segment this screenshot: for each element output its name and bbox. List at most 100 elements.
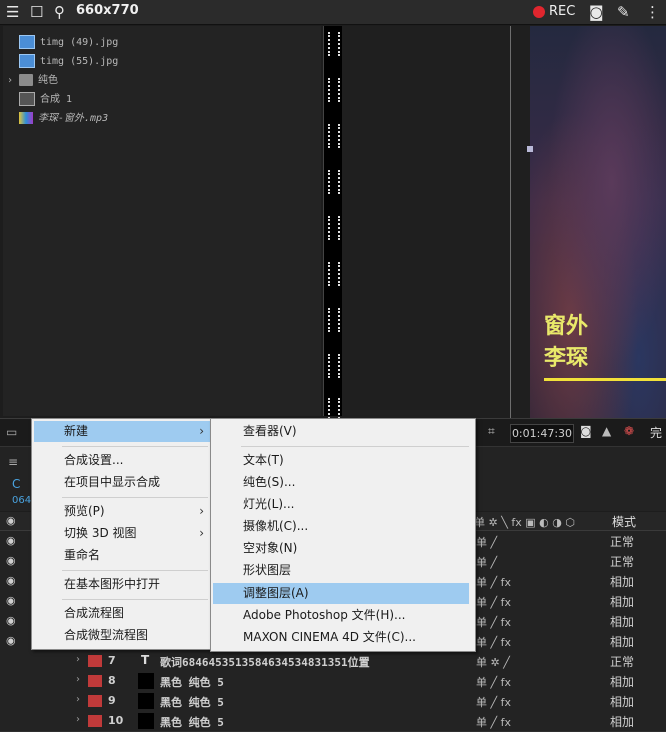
chevron-right-icon: › xyxy=(199,504,204,518)
jpg-file-icon xyxy=(19,54,35,68)
project-item[interactable]: 李琛-窗外.mp3 xyxy=(19,110,108,128)
menu-item-new[interactable]: 新建 › xyxy=(34,421,210,442)
layer-switches[interactable]: 单 ╱ fx xyxy=(476,614,511,630)
layer-name[interactable]: 黑色 纯色 5 xyxy=(160,714,224,730)
menu-separator xyxy=(62,599,208,600)
layer-switches[interactable]: 单 ╱ fx xyxy=(476,694,511,710)
resolution-label[interactable]: 完 xyxy=(650,424,662,441)
chevron-right-icon[interactable]: › xyxy=(7,72,13,90)
menu-item-reveal-in-project[interactable]: 在项目中显示合成 xyxy=(34,472,210,493)
layer-number: 9 xyxy=(108,694,116,707)
menu-item-solid[interactable]: 纯色(S)... xyxy=(213,472,473,493)
layer-number: 10 xyxy=(108,714,124,727)
region-icon[interactable]: ⌗ xyxy=(488,424,495,439)
menu-item-viewer[interactable]: 查看器(V) xyxy=(213,421,473,442)
layer-switches[interactable]: 单 ╱ fx xyxy=(476,674,511,690)
eye-icon[interactable]: ◉ xyxy=(6,634,16,647)
channel-icon[interactable]: ❁ xyxy=(624,424,634,438)
menu-icon[interactable]: ☰ xyxy=(6,3,19,21)
blend-mode-select[interactable]: 相加 xyxy=(610,693,660,709)
layer-row[interactable]: › 9 黑色 纯色 5 单 ╱ fx 相加 xyxy=(0,691,666,712)
eye-icon[interactable]: ◉ xyxy=(6,594,16,607)
lyric-title: 窗外 xyxy=(544,314,589,339)
camera-icon[interactable]: ◙ xyxy=(589,3,604,21)
comp-tab-fragment[interactable]: C xyxy=(12,477,32,491)
menu-item-shape-layer[interactable]: 形状图层 xyxy=(213,560,473,581)
label-color-swatch[interactable] xyxy=(88,675,102,687)
search-icon[interactable]: ⚲ xyxy=(54,3,65,21)
blend-mode-select[interactable]: 正常 xyxy=(610,653,660,669)
record-button[interactable]: REC xyxy=(549,4,575,19)
menu-item-photoshop-file[interactable]: Adobe Photoshop 文件(H)... xyxy=(213,605,473,626)
menu-separator xyxy=(62,446,208,447)
layer-name[interactable]: 歌词6846453513584634534831351位置 xyxy=(160,654,370,670)
menu-item-light[interactable]: 灯光(L)... xyxy=(213,494,473,515)
blend-mode-select[interactable]: 正常 xyxy=(610,533,660,549)
menu-item-text[interactable]: 文本(T) xyxy=(213,450,473,471)
expand-arrow-icon[interactable]: › xyxy=(76,694,80,705)
expand-arrow-icon[interactable]: › xyxy=(76,654,80,665)
project-item[interactable]: 合成 1 xyxy=(19,91,72,109)
menu-item-flowchart[interactable]: 合成流程图 xyxy=(34,603,210,624)
menu-item-mini-flowchart[interactable]: 合成微型流程图 xyxy=(34,625,210,646)
audio-file-icon xyxy=(19,112,33,124)
label-color-swatch[interactable] xyxy=(88,655,102,667)
solid-thumbnail xyxy=(138,693,154,709)
eye-icon[interactable]: ◉ xyxy=(6,554,16,567)
menu-item-rename[interactable]: 重命名 xyxy=(34,545,210,566)
record-dot-icon[interactable] xyxy=(533,6,545,18)
mode-column-header: 模式 xyxy=(612,515,637,529)
chevron-right-icon: › xyxy=(199,526,204,540)
film-strip xyxy=(323,26,343,422)
label-color-swatch[interactable] xyxy=(88,695,102,707)
layer-switches[interactable]: 单 ╱ fx xyxy=(476,634,511,650)
pen-icon[interactable]: ✎ xyxy=(617,3,630,21)
menu-item-preview[interactable]: 预览(P) › xyxy=(34,501,210,522)
eye-icon[interactable]: ◉ xyxy=(6,534,16,547)
blend-mode-select[interactable]: 相加 xyxy=(610,613,660,629)
menu-item-null-object[interactable]: 空对象(N) xyxy=(213,538,473,559)
window-icon[interactable]: ☐ xyxy=(30,3,43,21)
timeline-menu-icon[interactable]: ≡ xyxy=(8,455,18,469)
menu-item-adjustment-layer[interactable]: 调整图层(A) xyxy=(213,583,469,604)
layer-switches[interactable]: 单 ╱ fx xyxy=(476,714,511,730)
layer-name[interactable]: 黑色 纯色 5 xyxy=(160,674,224,690)
menu-item-camera[interactable]: 摄像机(C)... xyxy=(213,516,473,537)
more-icon[interactable]: ⋮ xyxy=(645,3,660,21)
menu-item-open-essential-graphics[interactable]: 在基本图形中打开 xyxy=(34,574,210,595)
menu-item-comp-settings[interactable]: 合成设置... xyxy=(34,450,210,471)
layer-switches[interactable]: 单 ╱ xyxy=(476,554,497,570)
timecode-display[interactable]: 0:01:47:30 xyxy=(510,424,574,443)
blend-mode-select[interactable]: 相加 xyxy=(610,633,660,649)
project-item[interactable]: timg (49).jpg xyxy=(19,34,118,52)
layer-switches[interactable]: 单 ╱ xyxy=(476,534,497,550)
menu-separator xyxy=(62,497,208,498)
text-layer-icon: T xyxy=(141,653,150,667)
composition-toolbar-icon[interactable]: ▭ xyxy=(6,425,17,439)
layer-switches[interactable]: 单 ✲ ╱ xyxy=(476,654,510,670)
snapshot-icon[interactable]: ◙ xyxy=(580,424,592,438)
blend-mode-select[interactable]: 相加 xyxy=(610,673,660,689)
menu-item-cinema-4d-file[interactable]: MAXON CINEMA 4D 文件(C)... xyxy=(213,627,473,648)
project-item[interactable]: timg (55).jpg xyxy=(19,53,118,71)
time-fragment: 064 xyxy=(12,495,32,506)
layer-switches[interactable]: 单 ╱ fx xyxy=(476,594,511,610)
eye-icon[interactable]: ◉ xyxy=(6,574,16,587)
layer-row[interactable]: › 8 黑色 纯色 5 单 ╱ fx 相加 xyxy=(0,671,666,692)
blend-mode-select[interactable]: 正常 xyxy=(610,553,660,569)
layer-number: 8 xyxy=(108,674,116,687)
layer-switches[interactable]: 单 ╱ fx xyxy=(476,574,511,590)
blend-mode-select[interactable]: 相加 xyxy=(610,593,660,609)
expand-arrow-icon[interactable]: › xyxy=(76,714,80,725)
menu-item-switch-3d-view[interactable]: 切换 3D 视图 › xyxy=(34,523,210,544)
blend-mode-select[interactable]: 相加 xyxy=(610,573,660,589)
eye-icon[interactable]: ◉ xyxy=(6,614,16,627)
layer-row[interactable]: › 7 T 歌词6846453513584634534831351位置 单 ✲ … xyxy=(0,651,666,672)
project-item[interactable]: › 纯色 xyxy=(7,72,58,90)
label-color-swatch[interactable] xyxy=(88,715,102,727)
layer-handle[interactable] xyxy=(527,146,533,152)
blend-mode-select[interactable]: 相加 xyxy=(610,713,660,729)
layer-name[interactable]: 黑色 纯色 5 xyxy=(160,694,224,710)
show-snapshot-icon[interactable]: ▲ xyxy=(602,424,611,438)
expand-arrow-icon[interactable]: › xyxy=(76,674,80,685)
